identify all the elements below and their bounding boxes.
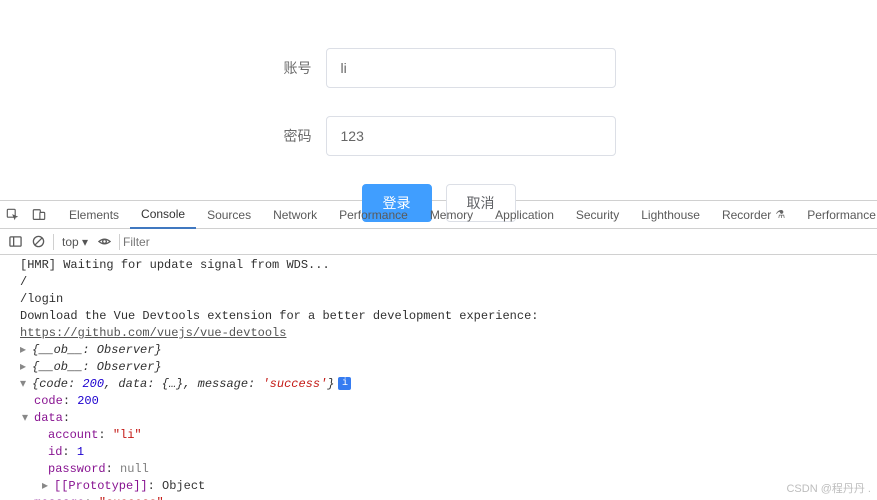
console-line: [HMR] Waiting for update signal from WDS… <box>0 257 877 274</box>
console-object[interactable]: ▸{__ob__: Observer} <box>0 359 877 376</box>
chevron-down-icon: ▾ <box>20 376 30 393</box>
object-prop: account: "li" <box>0 427 877 444</box>
chevron-down-icon: ▾ <box>22 410 32 427</box>
separator <box>119 234 120 250</box>
clear-console-icon[interactable] <box>32 235 45 248</box>
tab-perf-insights-label: Performance insights <box>807 201 877 229</box>
console-line: Download the Vue Devtools extension for … <box>0 308 877 325</box>
chevron-right-icon: ▸ <box>20 342 30 359</box>
toggle-sidebar-icon[interactable] <box>9 235 22 248</box>
password-label: 密码 <box>262 126 312 146</box>
console-line: /login <box>0 291 877 308</box>
tab-recorder-label: Recorder <box>722 201 771 229</box>
object-proto[interactable]: ▸[[Prototype]]: Object <box>0 478 877 495</box>
context-selector[interactable]: top ▾ <box>62 235 88 249</box>
password-row: 密码 <box>0 116 877 156</box>
device-toggle-icon[interactable] <box>32 207 46 223</box>
object-summary: {code: 200, data: {…}, message: 'success… <box>32 377 334 391</box>
object-prop: code: 200 <box>0 393 877 410</box>
account-label: 账号 <box>262 58 312 78</box>
filter-input[interactable] <box>123 235 323 249</box>
separator <box>53 234 54 250</box>
info-icon[interactable]: i <box>338 377 351 390</box>
devtools-panel: Elements Console Sources Network Perform… <box>0 200 877 500</box>
object-summary: {__ob__: Observer} <box>32 360 162 374</box>
inspect-icon[interactable] <box>6 207 20 223</box>
console-toolbar: top ▾ <box>0 229 877 255</box>
tab-application[interactable]: Application <box>484 201 565 229</box>
object-prop-data[interactable]: ▾data: <box>0 410 877 427</box>
devtools-link[interactable]: https://github.com/vuejs/vue-devtools <box>20 326 286 340</box>
tab-console[interactable]: Console <box>130 201 196 229</box>
login-form: 账号 密码 登录 取消 <box>0 0 877 200</box>
tab-performance[interactable]: Performance <box>328 201 419 229</box>
console-line: / <box>0 274 877 291</box>
flask-icon: ⚗ <box>775 201 785 229</box>
devtools-tabs: Elements Console Sources Network Perform… <box>0 201 877 229</box>
tab-recorder[interactable]: Recorder⚗ <box>711 201 796 229</box>
tab-security[interactable]: Security <box>565 201 630 229</box>
account-row: 账号 <box>0 48 877 88</box>
tab-sources[interactable]: Sources <box>196 201 262 229</box>
tab-memory[interactable]: Memory <box>419 201 484 229</box>
tab-lighthouse[interactable]: Lighthouse <box>630 201 711 229</box>
chevron-right-icon: ▸ <box>20 359 30 376</box>
object-prop: message: "success" <box>0 495 877 500</box>
chevron-right-icon: ▸ <box>42 478 52 495</box>
eye-icon[interactable] <box>98 235 111 248</box>
console-output: [HMR] Waiting for update signal from WDS… <box>0 255 877 500</box>
object-summary: {__ob__: Observer} <box>32 343 162 357</box>
account-input[interactable] <box>326 48 616 88</box>
tab-network[interactable]: Network <box>262 201 328 229</box>
console-object-expanded[interactable]: ▾{code: 200, data: {…}, message: 'succes… <box>0 376 877 393</box>
tab-elements[interactable]: Elements <box>58 201 130 229</box>
tab-perf-insights[interactable]: Performance insights⚗ <box>796 201 877 229</box>
password-input[interactable] <box>326 116 616 156</box>
watermark: CSDN @程丹丹 . <box>786 480 871 496</box>
object-prop: id: 1 <box>0 444 877 461</box>
object-prop: password: null <box>0 461 877 478</box>
console-object[interactable]: ▸{__ob__: Observer} <box>0 342 877 359</box>
